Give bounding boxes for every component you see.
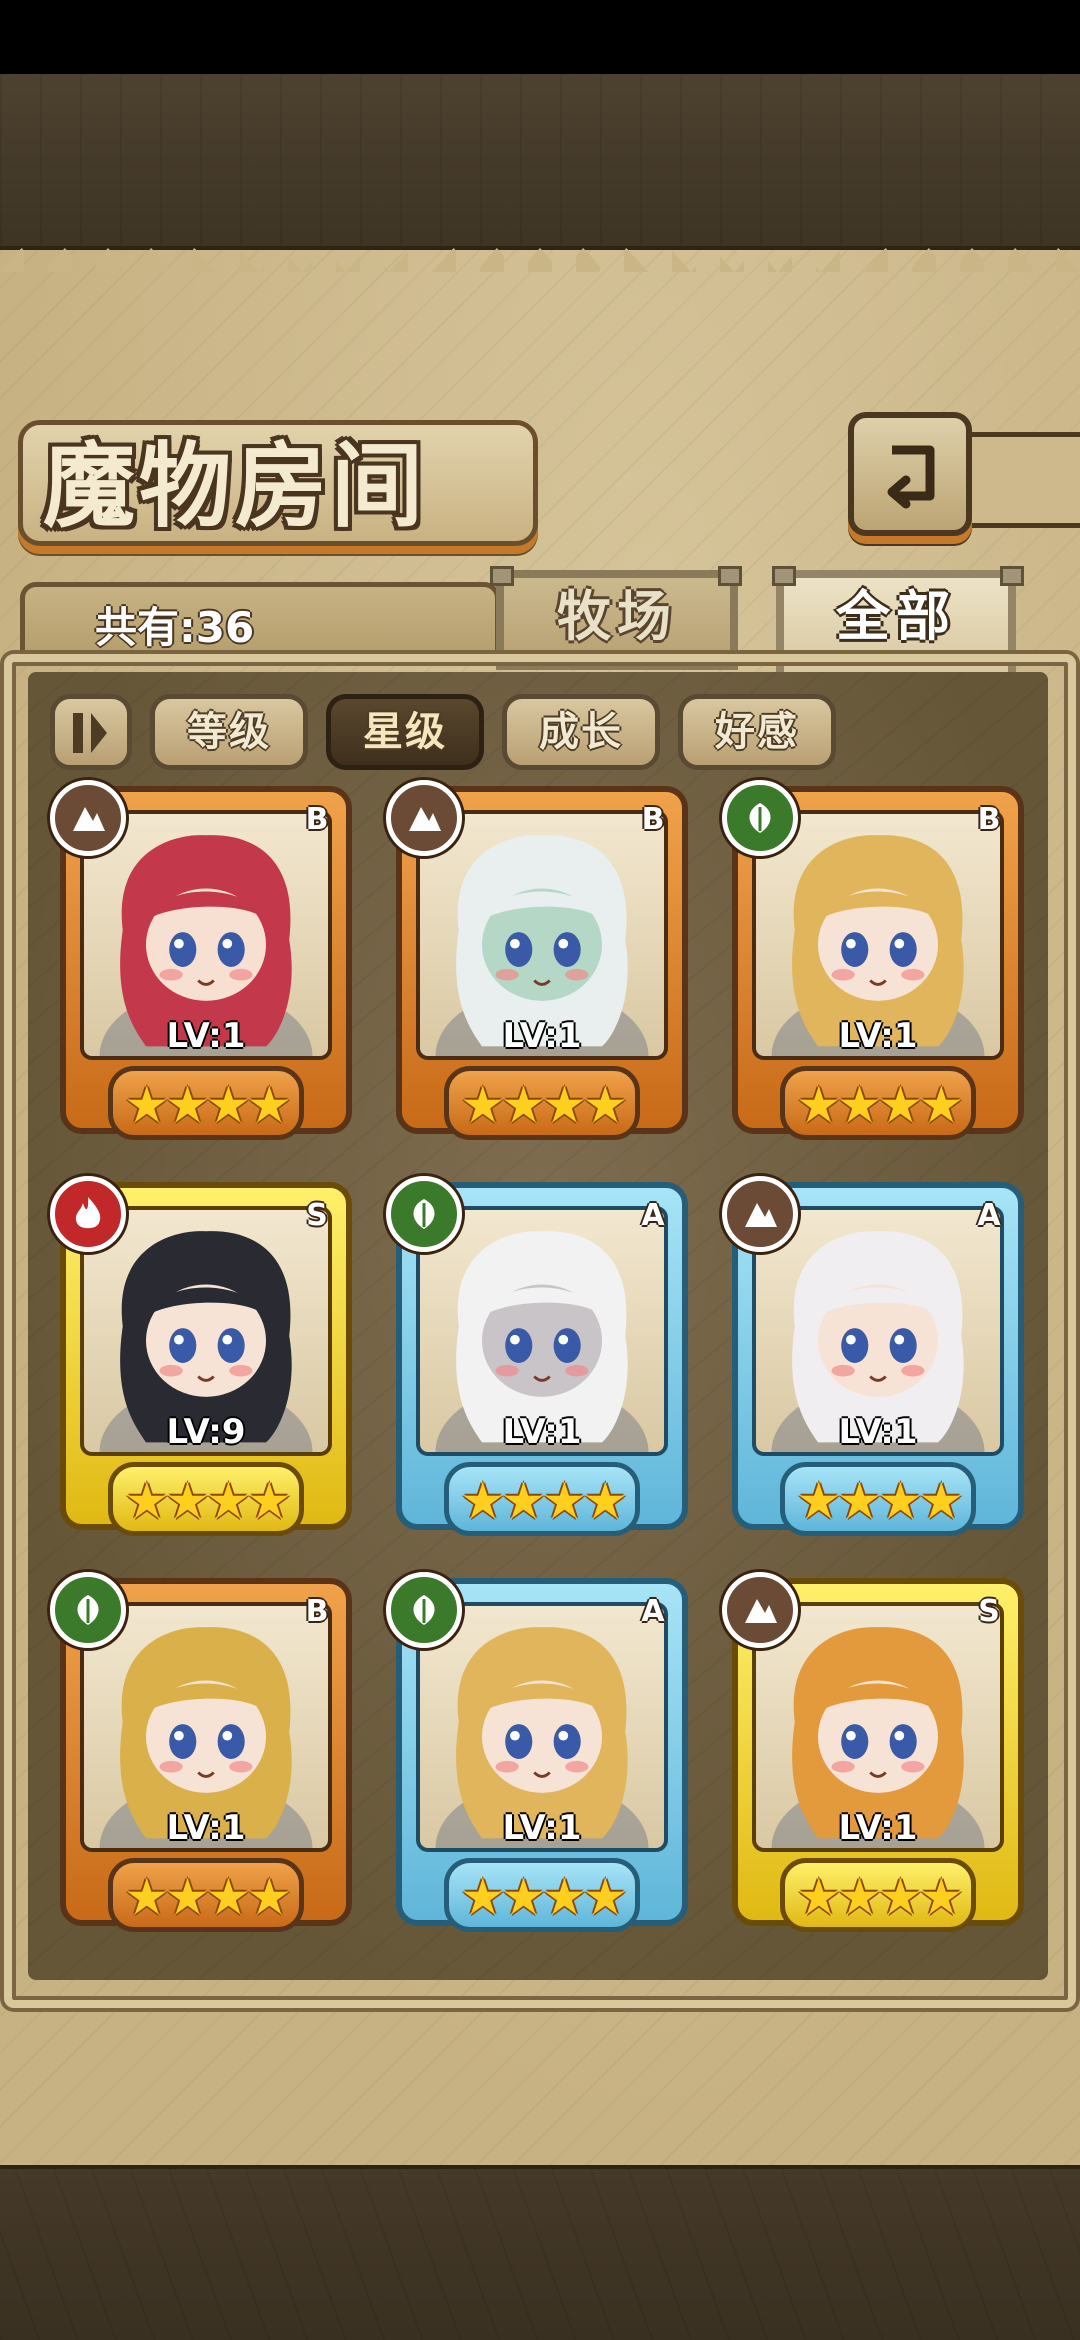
level-label: LV:9 bbox=[166, 1412, 246, 1452]
tab-post bbox=[1000, 566, 1024, 586]
rank-badge: S bbox=[978, 1594, 1000, 1629]
status-bar bbox=[0, 0, 1080, 74]
star-rating: ★★★★ bbox=[124, 1868, 291, 1926]
rank-badge: B bbox=[977, 802, 1001, 837]
element-nature-icon bbox=[50, 1572, 126, 1648]
tab-post bbox=[490, 566, 514, 586]
monster-count-bar: 共有:36 bbox=[20, 582, 500, 664]
monster-card[interactable]: S LV:9 ★★★★ bbox=[50, 1176, 362, 1564]
rank-badge: B bbox=[305, 1594, 329, 1629]
filter-star-button[interactable]: 星级 bbox=[326, 694, 484, 770]
element-nature-icon bbox=[722, 780, 798, 856]
bottom-map-band bbox=[0, 2165, 1080, 2340]
element-nature-icon bbox=[386, 1176, 462, 1252]
star-rating: ★★★★ bbox=[124, 1472, 291, 1530]
rank-badge: S bbox=[306, 1198, 328, 1233]
element-earth-icon bbox=[722, 1572, 798, 1648]
rank-badge: B bbox=[641, 802, 665, 837]
back-button[interactable] bbox=[848, 412, 972, 536]
top-map-band bbox=[0, 74, 1080, 250]
monster-card[interactable]: B LV:1 ★★★★ bbox=[386, 780, 698, 1168]
level-label: LV:1 bbox=[502, 1412, 582, 1452]
filter-affection-button[interactable]: 好感 bbox=[678, 694, 836, 770]
element-earth-icon bbox=[386, 780, 462, 856]
monster-card[interactable]: B LV:1 ★★★★ bbox=[50, 780, 362, 1168]
rank-badge: A bbox=[641, 1198, 665, 1233]
level-label: LV:1 bbox=[166, 1016, 246, 1056]
tab-post bbox=[718, 566, 742, 586]
element-nature-icon bbox=[386, 1572, 462, 1648]
tab-post bbox=[772, 566, 796, 586]
star-rating: ★★★★ bbox=[796, 1868, 963, 1926]
level-label: LV:1 bbox=[502, 1808, 582, 1848]
star-rating: ★★★★ bbox=[460, 1076, 627, 1134]
element-fire-icon bbox=[50, 1176, 126, 1252]
monster-card[interactable]: A LV:1 ★★★★ bbox=[386, 1176, 698, 1564]
star-rating: ★★★★ bbox=[124, 1076, 291, 1134]
element-earth-icon bbox=[722, 1176, 798, 1252]
monster-card[interactable]: A LV:1 ★★★★ bbox=[386, 1572, 698, 1960]
back-button-strip bbox=[962, 432, 1080, 528]
monster-card[interactable]: B LV:1 ★★★★ bbox=[722, 780, 1034, 1168]
star-rating: ★★★★ bbox=[460, 1472, 627, 1530]
monster-card[interactable]: S LV:1 ★★★★ bbox=[722, 1572, 1034, 1960]
rank-badge: A bbox=[977, 1198, 1001, 1233]
rank-badge: B bbox=[305, 802, 329, 837]
monster-count: 共有:36 bbox=[95, 603, 255, 652]
element-earth-icon bbox=[50, 780, 126, 856]
sort-order-toggle[interactable] bbox=[50, 694, 132, 770]
monster-card[interactable]: A LV:1 ★★★★ bbox=[722, 1176, 1034, 1564]
filter-level-button[interactable]: 等级 bbox=[150, 694, 308, 770]
level-label: LV:1 bbox=[838, 1016, 918, 1056]
monster-card[interactable]: B LV:1 ★★★★ bbox=[50, 1572, 362, 1960]
filter-growth-button[interactable]: 成长 bbox=[502, 694, 660, 770]
level-label: LV:1 bbox=[838, 1412, 918, 1452]
star-rating: ★★★★ bbox=[796, 1076, 963, 1134]
star-rating: ★★★★ bbox=[796, 1472, 963, 1530]
title-plate: 魔物房间 bbox=[18, 420, 538, 546]
star-rating: ★★★★ bbox=[460, 1868, 627, 1926]
rank-badge: A bbox=[641, 1594, 665, 1629]
level-label: LV:1 bbox=[502, 1016, 582, 1056]
return-arrow-icon bbox=[887, 445, 935, 509]
sort-order-icon bbox=[73, 713, 107, 753]
level-label: LV:1 bbox=[166, 1808, 246, 1848]
page-title: 魔物房间 bbox=[43, 432, 428, 540]
level-label: LV:1 bbox=[838, 1808, 918, 1848]
